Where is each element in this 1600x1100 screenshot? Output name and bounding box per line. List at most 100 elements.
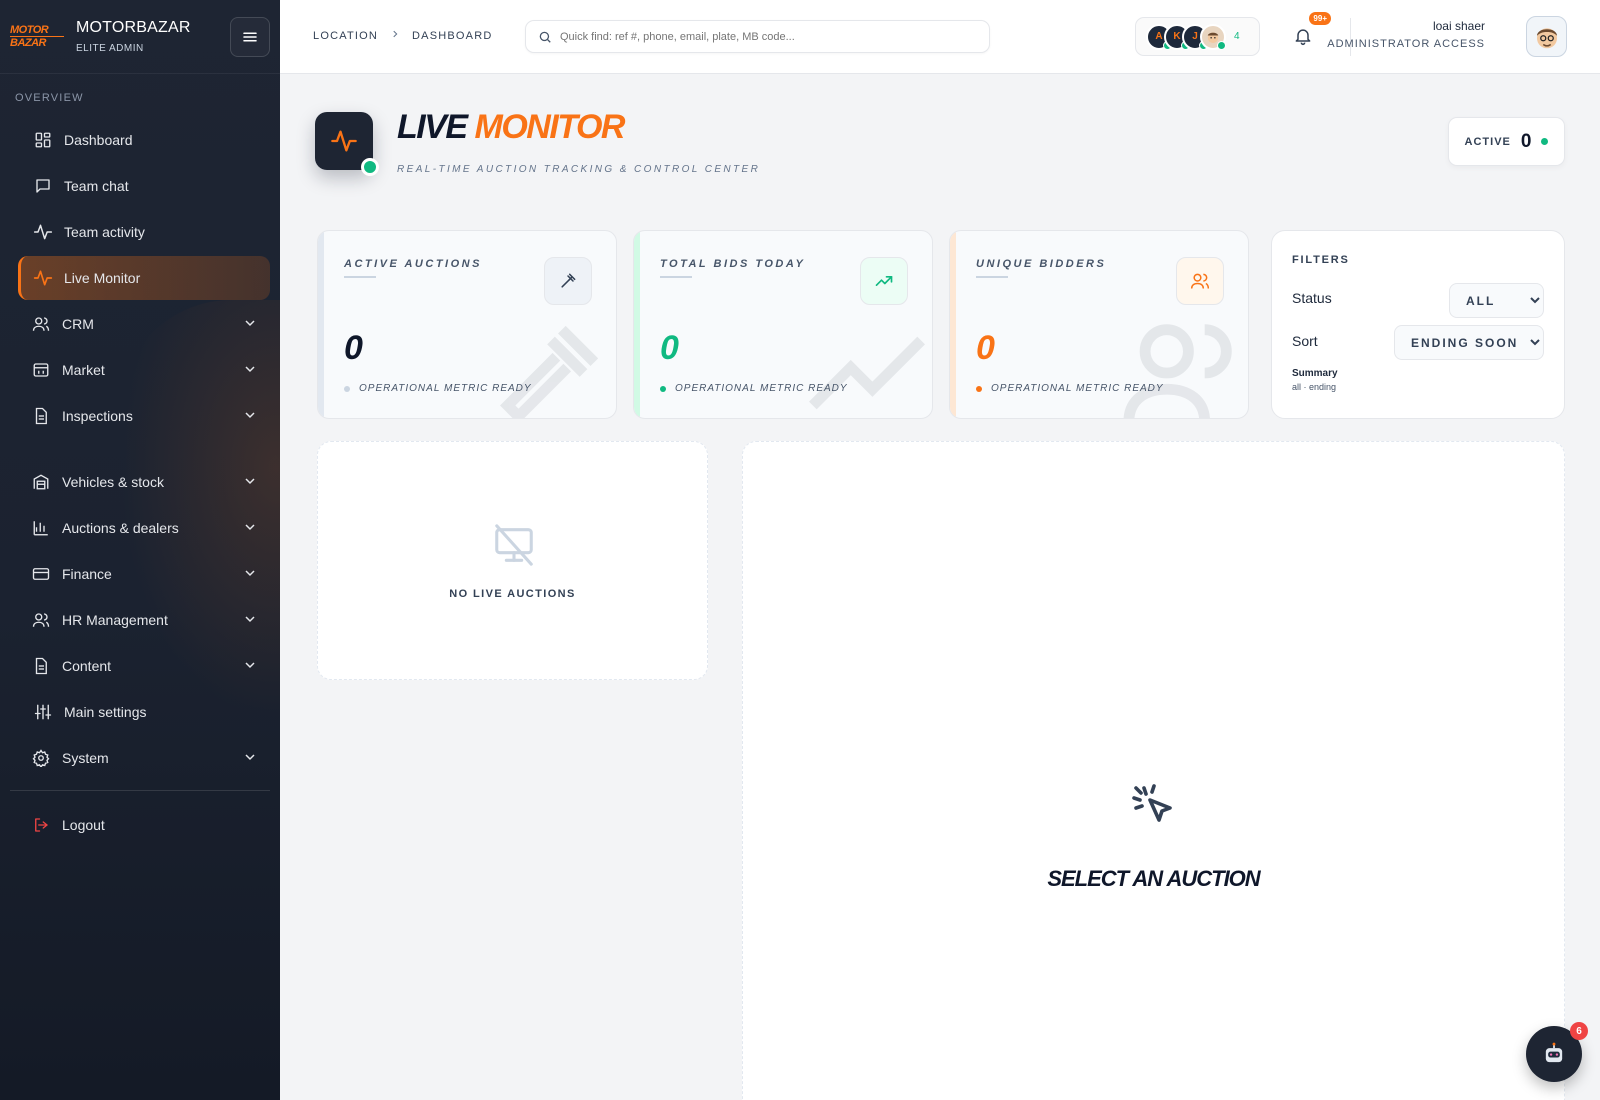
page-icon: [315, 112, 379, 176]
stat-value: 0: [976, 329, 995, 367]
dashboard-icon: [32, 129, 54, 151]
auction-list-panel: NO LIVE AUCTIONS: [317, 441, 708, 680]
page-subtitle: REAL-TIME AUCTION TRACKING & CONTROL CEN…: [397, 164, 761, 175]
robot-icon: [1545, 1042, 1563, 1063]
user-avatar-button[interactable]: [1526, 16, 1567, 57]
sidebar-item-label: Logout: [62, 817, 105, 833]
sidebar-item-label: Team chat: [64, 178, 129, 194]
sidebar-item-main-settings[interactable]: Main settings: [18, 690, 270, 734]
sidebar-item-label: Main settings: [64, 704, 147, 720]
breadcrumb: LOCATION DASHBOARD: [313, 29, 493, 42]
users-watermark-icon: [1123, 324, 1232, 418]
sidebar-item-finance[interactable]: Finance: [18, 552, 270, 596]
sidebar-item-label: Team activity: [64, 224, 145, 240]
sidebar-item-content[interactable]: Content: [18, 644, 270, 688]
sliders-icon: [32, 701, 54, 723]
gear-icon: [30, 747, 52, 769]
chevron-down-icon: [245, 524, 255, 531]
status-dot: [660, 385, 666, 392]
sidebar-item-market[interactable]: Market: [18, 348, 270, 392]
chevron-down-icon: [245, 478, 255, 485]
brand-name: MOTORBAZAR: [76, 19, 191, 36]
live-status-dot: [361, 158, 379, 176]
sidebar-item-inspections[interactable]: Inspections: [18, 394, 270, 438]
empty-state-text: NO LIVE AUCTIONS: [449, 588, 576, 600]
sidebar-item-label: Vehicles & stock: [62, 474, 164, 490]
nav-gap: [0, 440, 280, 458]
stat-icon-box: [860, 257, 908, 305]
credit-card-icon: [30, 563, 52, 585]
status-filter-select[interactable]: ALL: [1449, 283, 1544, 318]
document-icon: [30, 655, 52, 677]
brand-text: MOTORBAZAR ELITE ADMIN: [76, 19, 191, 54]
user-name: loai shaer: [1432, 19, 1485, 33]
auction-detail-panel: SELECT AN AUCTION: [742, 441, 1565, 1100]
nav-divider: [10, 790, 270, 791]
user-face-icon: [1207, 32, 1219, 43]
users-icon: [30, 313, 52, 335]
user-role: ADMINISTRATOR ACCESS: [1327, 38, 1485, 50]
stat-underline: [344, 276, 376, 278]
sidebar-item-label: Inspections: [62, 408, 133, 424]
bell-icon: [1295, 29, 1311, 46]
page-title: LIVE MONITOR: [397, 108, 625, 146]
stat-value: 0: [660, 329, 679, 367]
active-status-dot: [1541, 138, 1549, 145]
hamburger-icon: [243, 32, 257, 42]
sidebar-item-team-chat[interactable]: Team chat: [18, 164, 270, 208]
stat-card-unique-bidders: UNIQUE BIDDERS 0 OPERATIONAL METRIC READ…: [949, 230, 1249, 419]
sort-filter-select[interactable]: ENDING SOON: [1394, 325, 1544, 360]
brand-subtitle: ELITE ADMIN: [76, 43, 144, 54]
sidebar-item-team-activity[interactable]: Team activity: [18, 210, 270, 254]
sort-filter-label: Sort: [1292, 333, 1318, 349]
chevron-down-icon: [245, 616, 255, 623]
stat-icon-box: [544, 257, 592, 305]
breadcrumb-item[interactable]: DASHBOARD: [412, 30, 492, 42]
document-icon: [30, 405, 52, 427]
sidebar-item-label: HR Management: [62, 612, 168, 628]
monitor-off-icon: [495, 524, 533, 566]
active-label: ACTIVE: [1464, 135, 1511, 148]
sidebar-item-dashboard[interactable]: Dashboard: [18, 118, 270, 162]
sidebar-item-auctions-dealers[interactable]: Auctions & dealers: [18, 506, 270, 550]
pointer-click-icon: [1132, 784, 1172, 822]
empty-state-text: SELECT AN AUCTION: [1047, 866, 1260, 891]
sidebar-item-system[interactable]: System: [18, 736, 270, 780]
breadcrumb-item[interactable]: LOCATION: [313, 30, 378, 42]
topbar: LOCATION DASHBOARD A K J 4 99+ loai shae…: [280, 0, 1600, 74]
sidebar-item-logout[interactable]: Logout: [18, 803, 270, 847]
gavel-icon: [561, 273, 576, 288]
pulse-icon: [32, 267, 54, 289]
chevron-down-icon: [245, 320, 255, 327]
sidebar-item-label: Live Monitor: [64, 270, 141, 286]
sidebar-item-label: Content: [62, 658, 112, 674]
sidebar-item-label: Finance: [62, 566, 112, 582]
sidebar: MOTOR BAZAR MOTORBAZAR ELITE ADMIN OVERV…: [0, 0, 280, 1100]
chevron-down-icon: [245, 570, 255, 577]
pulse-icon: [331, 130, 357, 152]
sidebar-item-live-monitor[interactable]: Live Monitor: [18, 256, 270, 300]
sidebar-item-label: System: [62, 750, 109, 766]
menu-toggle-button[interactable]: [230, 17, 270, 57]
sidebar-item-label: CRM: [62, 316, 94, 332]
sidebar-item-hr-management[interactable]: HR Management: [18, 598, 270, 642]
bar-chart-icon: [30, 517, 52, 539]
search-input[interactable]: [560, 30, 960, 43]
activity-icon: [32, 221, 54, 243]
sidebar-item-label: Dashboard: [64, 132, 133, 148]
stat-card-active-auctions: ACTIVE AUCTIONS 0 OPERATIONAL METRIC REA…: [317, 230, 617, 419]
notifications-button[interactable]: 99+: [1283, 12, 1331, 56]
stat-label: TOTAL BIDS TODAY: [660, 258, 806, 270]
chat-icon: [32, 175, 54, 197]
brand: MOTOR BAZAR MOTORBAZAR ELITE ADMIN: [0, 0, 280, 74]
assistant-bot-button[interactable]: 6: [1526, 1022, 1588, 1082]
stat-label: ACTIVE AUCTIONS: [344, 258, 482, 270]
sidebar-item-vehicles-stock[interactable]: Vehicles & stock: [18, 460, 270, 504]
online-users[interactable]: A K J 4: [1135, 17, 1260, 56]
sidebar-item-crm[interactable]: CRM: [18, 302, 270, 346]
brand-logo[interactable]: MOTOR BAZAR: [10, 20, 64, 54]
stat-status: OPERATIONAL METRIC READY: [660, 383, 848, 394]
bot-notification-badge: 6: [1570, 1022, 1588, 1040]
sidebar-nav: Dashboard Team chat Team activity Live M…: [0, 118, 280, 847]
quick-find-search[interactable]: [525, 20, 990, 53]
